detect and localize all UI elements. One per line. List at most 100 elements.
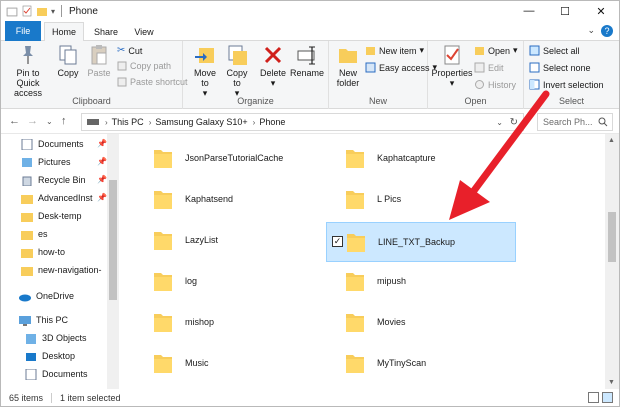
new-item-label: New item — [379, 45, 417, 56]
nav-item-how-to[interactable]: how-to — [21, 243, 65, 261]
copy-to-button[interactable]: Copy to ▾ — [223, 44, 251, 98]
documents-icon — [21, 138, 33, 150]
folder-icon — [346, 314, 364, 332]
properties-button[interactable]: Properties ▾ — [431, 44, 473, 88]
nav-item-es[interactable]: es — [21, 225, 48, 243]
large-icons-view-icon[interactable] — [602, 392, 613, 403]
copy-icon — [59, 45, 77, 65]
nav-item-pictures[interactable]: Pictures — [21, 153, 71, 171]
folder-item[interactable]: MyTinyScan — [312, 343, 502, 383]
new-folder-button[interactable]: New folder — [333, 44, 363, 88]
nav-item-new-navigation[interactable]: new-navigation- — [21, 261, 107, 279]
breadcrumb[interactable]: › This PC › Samsung Galaxy S10+ › Phone … — [81, 113, 524, 131]
breadcrumb-item-this-pc[interactable]: This PC — [112, 117, 144, 127]
folder-icon — [154, 314, 172, 332]
nav-item-recycle-bin[interactable]: Recycle Bin — [21, 171, 86, 189]
folder-item[interactable]: Kaphatcapture — [312, 138, 502, 178]
folder-icon — [154, 355, 172, 373]
delete-button[interactable]: Delete ▾ — [259, 44, 287, 88]
refresh-icon[interactable]: ↻ — [510, 117, 518, 128]
folder-icon — [154, 273, 172, 291]
folder-item[interactable]: Movies — [312, 302, 502, 342]
scroll-down-icon[interactable]: ▼ — [608, 379, 615, 386]
maximize-button[interactable]: ☐ — [547, 1, 583, 21]
recent-locations-chevron-icon[interactable]: ⌄ — [46, 117, 53, 126]
nav-item-this-pc[interactable]: This PC — [19, 311, 68, 329]
copy-button[interactable]: Copy — [54, 44, 82, 78]
nav-item-onedrive[interactable]: OneDrive — [19, 287, 74, 305]
tab-share[interactable]: Share — [89, 22, 123, 41]
copy-path-button[interactable]: Copy path — [117, 61, 171, 71]
forward-arrow-icon[interactable]: → — [27, 115, 38, 127]
paste-shortcut-button[interactable]: Paste shortcut — [117, 77, 188, 87]
up-arrow-icon[interactable]: ↑ — [61, 115, 67, 127]
nav-item-documents[interactable]: Documents — [21, 135, 84, 153]
new-item-dropdown-icon: ▾ — [419, 45, 425, 55]
breadcrumb-item-phone[interactable]: Phone — [259, 117, 285, 127]
folder-item[interactable]: LazyList — [120, 220, 310, 260]
paste-button[interactable]: Paste — [85, 44, 113, 78]
folder-item[interactable]: mishop — [120, 302, 310, 342]
chevron-down-icon[interactable]: ⌄ — [587, 25, 595, 36]
title-bar: ▾ Phone — ☐ ✕ — [1, 1, 619, 21]
nav-item-desk-temp[interactable]: Desk-temp — [21, 207, 82, 225]
nav-item-label: es — [38, 229, 48, 239]
properties-qat-icon[interactable] — [21, 5, 33, 17]
folder-icon — [346, 273, 364, 291]
qat-dropdown-icon[interactable]: ▾ — [51, 7, 55, 16]
content-scrollbar-thumb[interactable] — [608, 212, 616, 262]
ribbon-tabs: File Home Share View ⌄ ? — [1, 21, 619, 42]
invert-selection-button[interactable]: Invert selection — [529, 79, 604, 90]
select-none-icon — [529, 62, 540, 73]
cut-button[interactable]: ✂ Cut — [117, 45, 142, 56]
paste-icon — [91, 45, 107, 65]
move-to-button[interactable]: Move to ▾ — [191, 44, 219, 98]
open-button[interactable]: Open ▾ — [474, 45, 518, 56]
tab-file[interactable]: File — [5, 21, 41, 41]
scroll-up-icon[interactable]: ▲ — [608, 137, 615, 144]
details-view-icon[interactable] — [588, 392, 599, 403]
folder-item[interactable]: JsonParseTutorialCache — [120, 138, 310, 178]
nav-item-this-pc-documents[interactable]: Documents — [25, 365, 88, 383]
nav-item-advancedinst[interactable]: AdvancedInst — [21, 189, 93, 207]
close-button[interactable]: ✕ — [583, 1, 619, 21]
folder-item-selected[interactable]: ✓ LINE_TXT_Backup — [326, 222, 516, 262]
new-item-button[interactable]: New item ▾ — [365, 45, 424, 56]
help-icon[interactable]: ? — [601, 25, 613, 37]
nav-item-desktop[interactable]: Desktop — [25, 347, 75, 365]
edit-label: Edit — [488, 62, 504, 73]
new-item-icon — [366, 47, 375, 55]
tab-home[interactable]: Home — [44, 22, 84, 42]
folder-item[interactable]: L Pics — [312, 179, 502, 219]
back-arrow-icon[interactable]: ← — [9, 115, 20, 127]
minimize-button[interactable]: — — [511, 1, 547, 21]
new-folder-qat-icon[interactable] — [36, 5, 48, 17]
tab-view[interactable]: View — [127, 22, 161, 41]
easy-access-button[interactable]: Easy access ▾ — [365, 62, 437, 73]
search-input[interactable]: Search Ph... — [537, 113, 613, 131]
address-dropdown-icon[interactable]: ⌄ — [496, 118, 503, 127]
breadcrumb-item-device[interactable]: Samsung Galaxy S10+ — [155, 117, 247, 127]
desktop-icon — [26, 352, 36, 361]
folder-item[interactable]: mipush — [312, 261, 502, 301]
nav-item-3d-objects[interactable]: 3D Objects — [25, 329, 87, 347]
folder-item[interactable]: Kaphatsend — [120, 179, 310, 219]
folder-name: Kaphatsend — [185, 194, 234, 204]
folder-name: JsonParseTutorialCache — [185, 153, 284, 163]
item-checkbox[interactable]: ✓ — [332, 236, 343, 247]
nav-item-label: Pictures — [38, 157, 71, 167]
navigation-pane: Documents 📌 Pictures 📌 Recycle Bin 📌 Adv… — [1, 134, 119, 389]
nav-scrollbar-thumb[interactable] — [109, 180, 117, 300]
edit-button[interactable]: Edit — [474, 62, 504, 73]
rename-button[interactable]: Rename — [290, 44, 324, 78]
select-all-label: Select all — [543, 45, 580, 56]
phone-device-icon — [87, 119, 99, 125]
pin-to-quick-access-button[interactable]: Pin to Quick access — [5, 44, 51, 98]
select-none-button[interactable]: Select none — [529, 62, 591, 73]
select-all-button[interactable]: Select all — [529, 45, 580, 56]
open-dropdown-icon: ▾ — [513, 45, 518, 55]
folder-item[interactable]: log — [120, 261, 310, 301]
folder-icon — [346, 191, 364, 209]
folder-item[interactable]: Music — [120, 343, 310, 383]
history-button[interactable]: History — [474, 79, 516, 90]
